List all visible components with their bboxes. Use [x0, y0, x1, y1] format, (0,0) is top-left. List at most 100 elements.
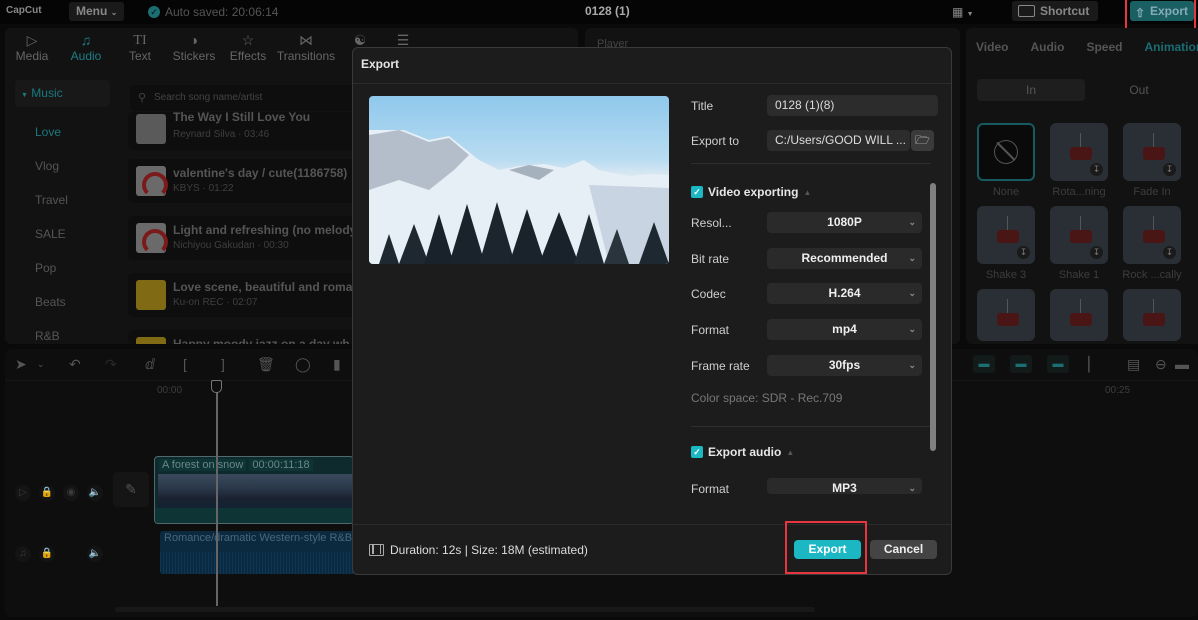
animation-thumb[interactable]: ↧: [977, 206, 1035, 264]
video-clip[interactable]: A forest on snow 00:00:11:18: [154, 456, 354, 524]
preview-axis-icon[interactable]: ⎜: [1087, 356, 1094, 373]
tab-media[interactable]: ▷ Media: [5, 28, 59, 68]
speaker-icon[interactable]: 🔈: [87, 546, 103, 562]
tab-label: Effects: [229, 49, 267, 63]
gondola-image: [1070, 299, 1092, 326]
audio-format-select[interactable]: MP3 ⌄: [767, 478, 922, 494]
chevron-down-icon[interactable]: ⌄: [37, 359, 45, 370]
zoom-fit-icon[interactable]: ▤: [1127, 356, 1140, 373]
tab-transitions[interactable]: ⋈ Transitions: [275, 28, 337, 68]
audio-track-controls: ♫ 🔒 🔈: [15, 546, 103, 562]
playhead-line[interactable]: [216, 381, 218, 606]
layout-icon[interactable]: ▦ ▼: [952, 5, 974, 19]
animation-thumb[interactable]: ↧: [1050, 123, 1108, 181]
codec-select[interactable]: H.264 ⌄: [767, 283, 922, 304]
tab-video[interactable]: Video: [976, 40, 1008, 54]
export-path-input[interactable]: C:/Users/GOOD WILL ...: [767, 130, 910, 151]
marker-icon[interactable]: ◯: [295, 356, 311, 373]
animation-thumb[interactable]: ↧: [1123, 206, 1181, 264]
cancel-button[interactable]: Cancel: [870, 540, 937, 559]
resolution-select[interactable]: 1080P ⌄: [767, 212, 922, 233]
speaker-icon[interactable]: 🔈: [87, 485, 103, 501]
edit-cover-button[interactable]: ✎: [113, 472, 149, 507]
freeze-icon[interactable]: ▮: [333, 356, 341, 373]
sidebar-item-travel[interactable]: Travel: [15, 183, 125, 217]
redo-icon[interactable]: ↷: [105, 356, 117, 373]
eye-icon[interactable]: ◉: [63, 485, 79, 501]
tab-speed[interactable]: Speed: [1086, 40, 1122, 54]
sidebar-item-love[interactable]: Love: [15, 115, 125, 149]
sidebar-item-vlog[interactable]: Vlog: [15, 149, 125, 183]
auto-snap-icon[interactable]: ▬: [1010, 355, 1032, 373]
lock-icon[interactable]: 🔒: [39, 485, 55, 501]
split-left-icon[interactable]: [: [183, 356, 187, 372]
song-list-item[interactable]: Happy moody jazz on a day wh: [128, 330, 358, 344]
undo-icon[interactable]: ↶: [69, 356, 81, 373]
folder-browse-button[interactable]: 🗁: [911, 130, 934, 151]
format-select[interactable]: mp4 ⌄: [767, 319, 922, 340]
zoom-out-icon[interactable]: ⊖: [1155, 356, 1167, 373]
title-input[interactable]: 0128 (1)(8): [767, 95, 938, 116]
tab-audio[interactable]: ♫ Audio: [59, 28, 113, 68]
subtab-in[interactable]: In: [977, 79, 1085, 101]
caret-up-icon[interactable]: ▲: [786, 448, 794, 457]
export-audio-section[interactable]: ✓ Export audio ▲: [691, 445, 794, 459]
song-search-input[interactable]: ⚲ Search song name/artist: [130, 85, 370, 111]
sidebar-item-sale[interactable]: SALE: [15, 217, 125, 251]
sidebar-music-section[interactable]: ▼ Music: [15, 80, 110, 107]
sidebar-item-beats[interactable]: Beats: [15, 285, 125, 319]
audio-clip-name: Romance/dramatic Western-style R&B(: [164, 532, 355, 544]
framerate-select[interactable]: 30fps ⌄: [767, 355, 922, 376]
select-cursor-icon[interactable]: ➤: [15, 356, 27, 373]
playhead-handle[interactable]: [211, 380, 222, 393]
caret-up-icon[interactable]: ▲: [803, 188, 811, 197]
clip-audio-band: [155, 508, 353, 523]
song-meta: Reynard Silva · 03:46: [173, 129, 270, 140]
video-exporting-section[interactable]: ✓ Video exporting ▲: [691, 185, 811, 199]
animation-thumb[interactable]: [1123, 289, 1181, 341]
song-list-item[interactable]: Light and refreshing (no melody Nichiyou…: [128, 216, 358, 260]
film-icon: [369, 544, 384, 556]
menu-button[interactable]: Menu ⌄: [69, 2, 124, 21]
song-thumbnail: [136, 166, 168, 198]
song-list-item[interactable]: Love scene, beautiful and romar Ku-on RE…: [128, 273, 358, 317]
song-list-item[interactable]: The Way I Still Love You Reynard Silva ·…: [128, 110, 358, 150]
tab-animation[interactable]: Animation: [1144, 40, 1198, 54]
animation-thumb[interactable]: [1050, 289, 1108, 341]
tab-label: Transitions: [276, 49, 336, 63]
delete-icon[interactable]: 🗑: [257, 356, 275, 373]
download-icon: ↧: [1090, 246, 1103, 259]
format-label: Format: [691, 323, 730, 337]
zoom-slider[interactable]: ▬: [1175, 356, 1189, 372]
chevron-down-icon: ⌄: [908, 483, 916, 493]
tab-effects[interactable]: ☆ Effects: [221, 28, 275, 68]
section-label: Music: [31, 86, 63, 100]
split-icon[interactable]: ⅆ: [145, 356, 155, 373]
section-title: Video exporting: [708, 185, 799, 199]
sidebar-item-pop[interactable]: Pop: [15, 251, 125, 285]
magnet-icon[interactable]: ▬: [973, 355, 995, 373]
in-out-toggle: In Out: [977, 79, 1193, 101]
animation-thumb[interactable]: ↧: [1050, 206, 1108, 264]
animation-thumb[interactable]: [977, 289, 1035, 341]
split-right-icon[interactable]: ]: [221, 356, 225, 372]
shortcut-button[interactable]: Shortcut: [1012, 1, 1098, 21]
select-value: 30fps: [828, 358, 861, 372]
settings-scrollbar[interactable]: [930, 183, 936, 451]
tab-text[interactable]: TI Text: [113, 28, 167, 68]
tab-audio-props[interactable]: Audio: [1030, 40, 1064, 54]
tab-stickers[interactable]: ◑ Stickers: [167, 28, 221, 68]
lock-icon[interactable]: 🔒: [39, 546, 55, 562]
animation-none[interactable]: [977, 123, 1035, 181]
video-export-checkbox[interactable]: ✓: [691, 186, 703, 198]
animation-thumb[interactable]: ↧: [1123, 123, 1181, 181]
subtab-out[interactable]: Out: [1085, 79, 1193, 101]
song-list-item[interactable]: valentine's day / cute(1186758) KBYS · 0…: [128, 159, 358, 203]
ruler-start: 00:00: [157, 385, 183, 396]
sidebar-item-rnb[interactable]: R&B: [15, 319, 125, 353]
bitrate-select[interactable]: Recommended ⌄: [767, 248, 922, 269]
audio-clip[interactable]: Romance/dramatic Western-style R&B(: [160, 531, 355, 574]
timeline-scrollbar[interactable]: [115, 607, 815, 612]
link-icon[interactable]: ▬: [1047, 355, 1069, 373]
audio-export-checkbox[interactable]: ✓: [691, 446, 703, 458]
